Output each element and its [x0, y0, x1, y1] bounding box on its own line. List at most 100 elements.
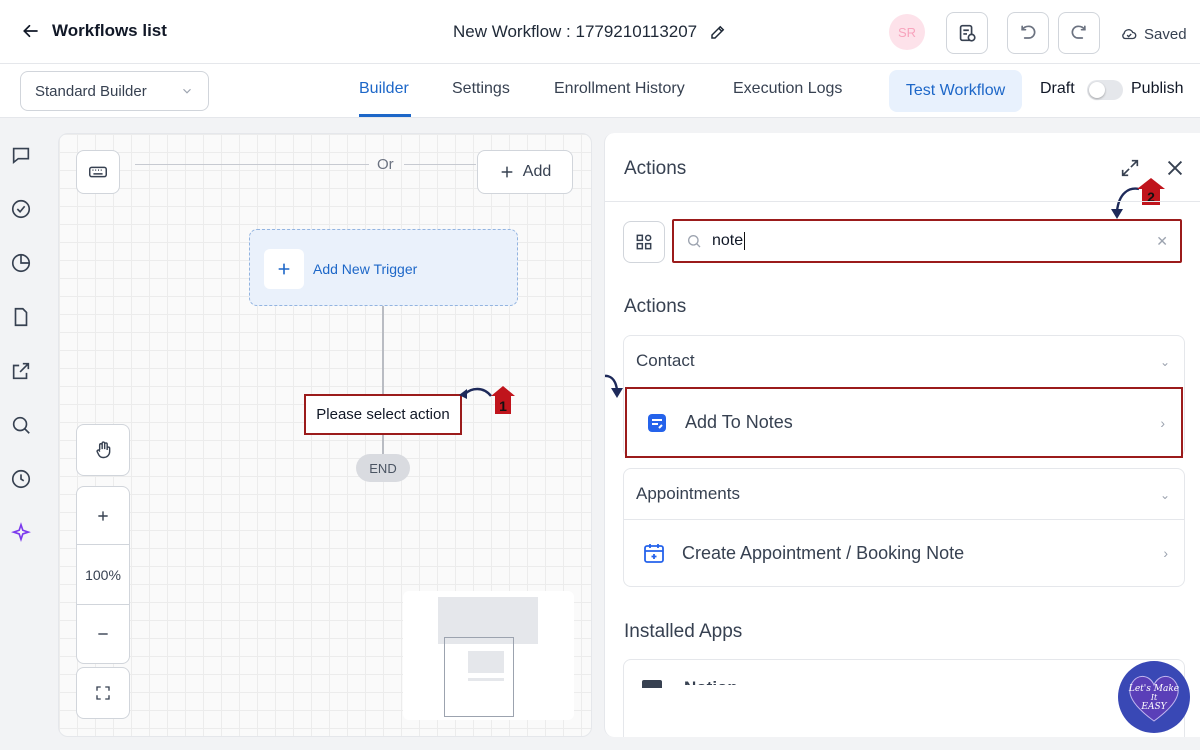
- avatar[interactable]: SR: [889, 14, 925, 50]
- svg-text:EASY: EASY: [1140, 702, 1167, 712]
- chevron-right-icon: ›: [1163, 545, 1168, 561]
- maximize-icon[interactable]: [1119, 157, 1141, 179]
- chevron-down-icon[interactable]: ⌄: [1160, 355, 1170, 369]
- minimap-action: [468, 651, 504, 673]
- undo-icon: [1021, 25, 1036, 39]
- workflow-canvas[interactable]: Or Add Add New Trigger Please select act…: [58, 133, 592, 737]
- add-trigger-node[interactable]: Add New Trigger: [249, 229, 518, 306]
- tab-execution-logs[interactable]: Execution Logs: [733, 80, 842, 98]
- chevron-right-icon: ›: [1160, 414, 1165, 431]
- minimap[interactable]: [403, 591, 574, 720]
- marker-3: 3: [605, 374, 623, 398]
- version-history-button[interactable]: [946, 12, 988, 54]
- section-actions-heading: Actions: [624, 296, 687, 317]
- tab-enrollment-history[interactable]: Enrollment History: [554, 80, 685, 98]
- saved-status: Saved: [1120, 25, 1187, 43]
- keyboard-shortcuts-button[interactable]: [76, 150, 120, 194]
- chevron-down-icon: [183, 88, 191, 94]
- redo-button[interactable]: [1058, 12, 1100, 54]
- plus-icon: [98, 510, 108, 521]
- trigger-plus: [264, 249, 304, 289]
- pan-tool-button[interactable]: [76, 424, 130, 476]
- panel-divider: [605, 201, 1200, 202]
- close-icon[interactable]: [1164, 157, 1186, 179]
- marker-2: 2: [1111, 178, 1165, 219]
- search-icon[interactable]: [10, 414, 32, 436]
- active-tab-indicator: [359, 114, 411, 117]
- action-create-appointment-note[interactable]: Create Appointment / Booking Note ›: [624, 520, 1184, 586]
- marker-1-number: 1: [499, 398, 507, 414]
- zoom-in-button[interactable]: [77, 487, 129, 544]
- fit-view-button[interactable]: [76, 667, 130, 719]
- test-workflow-button[interactable]: Test Workflow: [889, 70, 1022, 112]
- clear-search-icon[interactable]: ✕: [1156, 233, 1168, 250]
- search-icon: [688, 235, 701, 248]
- builder-select-value: Standard Builder: [35, 82, 147, 100]
- panel-title: Actions: [624, 158, 687, 179]
- builder-select[interactable]: Standard Builder: [20, 71, 209, 111]
- zoom-level: 100%: [85, 566, 121, 583]
- divider-line-right: [404, 164, 476, 165]
- publish-toggle[interactable]: [1087, 80, 1123, 100]
- pencil-icon[interactable]: [709, 23, 727, 41]
- end-node: END: [356, 454, 410, 482]
- text-cursor: [744, 232, 746, 250]
- section-installed-apps-heading: Installed Apps: [624, 621, 743, 642]
- saved-label: Saved: [1144, 25, 1187, 43]
- svg-text:It: It: [1150, 693, 1158, 702]
- trigger-label: Add New Trigger: [313, 261, 418, 277]
- pie-chart-icon[interactable]: [10, 252, 32, 274]
- calendar-plus-icon: [644, 544, 664, 563]
- toggle-knob: [1089, 82, 1105, 98]
- group-installed-apps: Notion: [623, 659, 1185, 737]
- arrow-left-icon: [23, 24, 38, 38]
- undo-button[interactable]: [1007, 12, 1049, 54]
- search-value: note: [712, 232, 744, 249]
- add-label: Add: [522, 163, 552, 180]
- marker-1: 1: [459, 386, 515, 414]
- tab-builder[interactable]: Builder: [359, 80, 409, 98]
- back-label: Workflows list: [52, 21, 167, 40]
- minus-icon: [98, 633, 108, 635]
- action-add-to-notes[interactable]: Add To Notes ›: [625, 387, 1183, 458]
- minimap-end: [468, 678, 504, 681]
- sub-bar: Standard Builder Builder Settings Enroll…: [0, 64, 1200, 118]
- categories-button[interactable]: [623, 221, 665, 263]
- select-action-node[interactable]: Please select action: [304, 394, 462, 435]
- chevron-down-icon[interactable]: ⌄: [1160, 488, 1170, 502]
- left-rail: [0, 118, 44, 750]
- zoom-controls: 100%: [76, 486, 130, 664]
- zoom-out-button[interactable]: [77, 605, 129, 663]
- top-bar: Workflows list New Workflow : 1779210113…: [0, 0, 1200, 64]
- workflow-title-text: New Workflow : 1779210113207: [453, 22, 698, 41]
- tab-settings[interactable]: Settings: [452, 80, 510, 98]
- note-icon: [648, 413, 666, 432]
- external-link-icon[interactable]: [10, 360, 32, 382]
- brand-watermark: Let's Make It EASY: [1118, 661, 1190, 733]
- installed-app-label[interactable]: Notion: [684, 678, 738, 685]
- cloud-check-icon: [1122, 29, 1137, 40]
- history-icon[interactable]: [10, 468, 32, 490]
- workflow-title: New Workflow : 1779210113207: [453, 22, 727, 42]
- draft-label: Draft: [1040, 80, 1075, 97]
- check-circle-icon[interactable]: [10, 198, 32, 220]
- add-button[interactable]: Add: [477, 150, 573, 194]
- back-link[interactable]: Workflows list: [22, 21, 167, 41]
- group-contact: Contact ⌄ Add To Notes ›: [623, 335, 1185, 458]
- or-label: Or: [377, 156, 394, 173]
- divider-line-left: [135, 164, 369, 165]
- group-appointments-title[interactable]: Appointments: [636, 484, 740, 504]
- plus-icon: [278, 263, 290, 275]
- chat-icon[interactable]: [10, 144, 32, 166]
- connector-line: [382, 435, 384, 454]
- sparkle-icon[interactable]: [10, 522, 32, 544]
- heart-logo: Let's Make It EASY: [1128, 676, 1179, 722]
- group-appointments: Appointments ⌄ Create Appointment / Book…: [623, 468, 1185, 587]
- action-search-input[interactable]: note ✕: [672, 219, 1182, 263]
- document-icon[interactable]: [10, 306, 32, 328]
- connector-line: [382, 306, 384, 394]
- redo-icon: [1071, 25, 1086, 39]
- hand-icon: [96, 441, 111, 459]
- grid-icon: [636, 234, 652, 250]
- action-label: Create Appointment / Booking Note: [682, 542, 965, 563]
